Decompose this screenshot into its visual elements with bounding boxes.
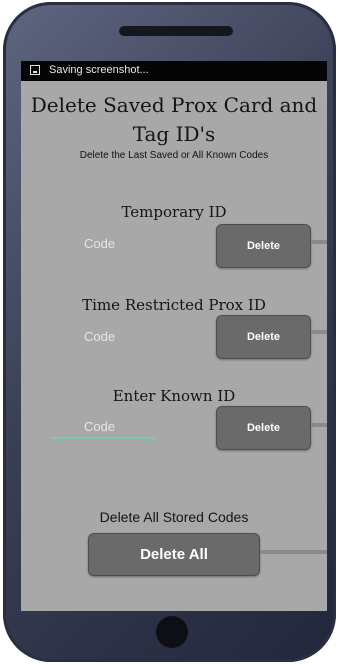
time-restricted-label: Time Restricted Prox ID (82, 296, 266, 314)
page-title-line1: Delete Saved Prox Card and (30, 93, 318, 117)
delete-all-button[interactable]: Delete All (88, 533, 260, 576)
delete-known-id-button[interactable]: Delete (216, 406, 311, 450)
screenshot-icon (30, 65, 40, 75)
page-title-line2: Tag ID's (132, 122, 216, 146)
known-id-input[interactable]: Code (84, 419, 115, 434)
temporary-id-label: Temporary ID (121, 203, 227, 221)
time-restricted-input[interactable]: Code (84, 329, 115, 344)
speaker-grille (119, 26, 233, 36)
connector-line (311, 330, 327, 334)
home-button[interactable] (156, 616, 188, 648)
delete-temporary-button[interactable]: Delete (216, 224, 311, 268)
known-id-underline (51, 437, 155, 439)
delete-time-restricted-button[interactable]: Delete (216, 315, 311, 359)
delete-all-label: Delete All Stored Codes (99, 509, 249, 525)
known-id-label: Enter Known ID (112, 387, 236, 405)
connector-line (311, 423, 327, 427)
status-text: Saving screenshot... (49, 64, 149, 76)
app-screen: Saving screenshot... Delete Saved Prox C… (21, 61, 327, 611)
page-title: Delete Saved Prox Card and Tag ID's (21, 91, 327, 149)
status-bar: Saving screenshot... (21, 61, 327, 81)
phone-frame: Saving screenshot... Delete Saved Prox C… (3, 2, 336, 662)
page-subtitle: Delete the Last Saved or All Known Codes (79, 150, 269, 161)
connector-line (260, 550, 327, 554)
connector-line (311, 240, 327, 244)
temporary-id-input[interactable]: Code (84, 236, 115, 251)
